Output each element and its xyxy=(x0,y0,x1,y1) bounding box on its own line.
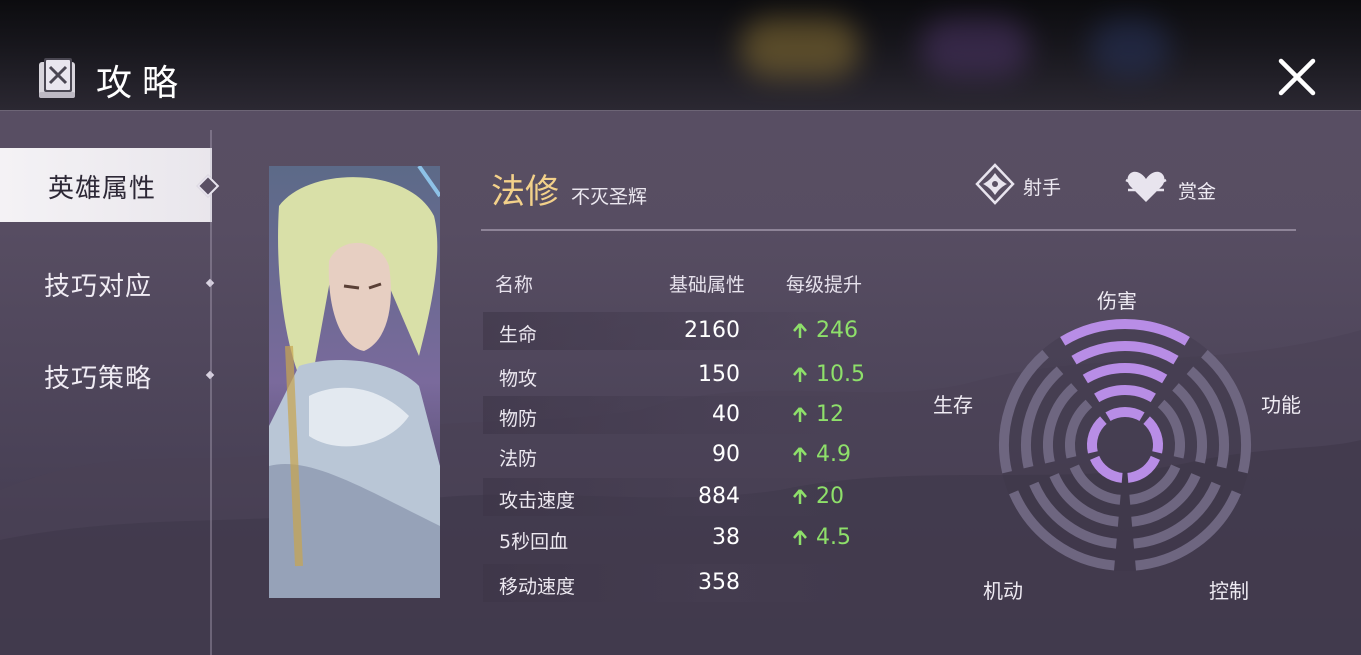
stat-name: 法防 xyxy=(499,448,538,470)
top-bar: 攻略 xyxy=(0,0,1361,111)
stat-base-value: 2160 xyxy=(684,318,740,343)
stat-row: 移动速度 358 xyxy=(483,564,863,602)
stat-growth-value: 10.5 xyxy=(816,362,865,387)
role-label: 赏金 xyxy=(1178,181,1217,203)
stat-row: 生命 2160 246 xyxy=(483,312,863,350)
background-glow xyxy=(920,18,1030,78)
radar-label-utility: 功能 xyxy=(1261,393,1301,417)
radar-label-damage: 伤害 xyxy=(1097,289,1137,313)
stat-name: 5秒回血 xyxy=(499,531,569,553)
arrow-up-icon xyxy=(793,323,807,338)
stat-row: 攻击速度 884 20 xyxy=(483,478,863,516)
sidebar-item-label: 英雄属性 xyxy=(48,174,157,204)
stat-row: 法防 90 4.9 xyxy=(483,436,863,474)
hero-portrait[interactable] xyxy=(269,166,440,598)
marksman-role-icon xyxy=(975,163,1015,205)
header-divider xyxy=(481,229,1296,231)
sidebar-item-hero-attributes[interactable]: 英雄属性 xyxy=(0,148,212,222)
sidebar-item-skill-strategy[interactable]: 技巧策略 xyxy=(0,338,212,412)
hero-name: 法修 xyxy=(491,172,559,212)
stat-name: 移动速度 xyxy=(499,576,576,598)
stat-base-value: 90 xyxy=(712,442,740,467)
arrow-up-icon xyxy=(793,367,807,382)
hero-title: 不灭圣辉 xyxy=(571,186,648,208)
bounty-heart-icon xyxy=(1125,171,1167,202)
arrow-up-icon xyxy=(793,489,807,504)
stat-growth-value: 20 xyxy=(816,484,844,509)
stat-growth-value: 12 xyxy=(816,402,844,427)
radar-label-mobility: 机动 xyxy=(983,579,1023,603)
stat-row: 物防 40 12 xyxy=(483,396,863,434)
radar-label-survival: 生存 xyxy=(933,393,973,417)
stat-base-value: 40 xyxy=(712,402,740,427)
stat-row: 物攻 150 10.5 xyxy=(483,356,865,394)
stat-base-value: 150 xyxy=(698,362,740,387)
stat-growth-value: 246 xyxy=(816,318,858,343)
stat-base-value: 884 xyxy=(698,484,740,509)
column-header-name: 名称 xyxy=(495,274,534,296)
sidebar-item-label: 技巧策略 xyxy=(44,364,153,394)
page-title: 攻略 xyxy=(96,63,189,104)
sidebar-item-label: 技巧对应 xyxy=(44,272,153,302)
column-header-base: 基础属性 xyxy=(669,274,746,296)
radar-ring-damage xyxy=(1105,407,1145,422)
arrow-up-icon xyxy=(793,407,807,422)
stat-base-value: 38 xyxy=(712,525,740,550)
stat-growth-value: 4.5 xyxy=(816,525,851,550)
role-label: 射手 xyxy=(1023,177,1062,199)
background-glow xyxy=(1090,18,1170,78)
sidebar-divider xyxy=(210,130,212,655)
stat-name: 物防 xyxy=(499,408,538,430)
hero-ability-radar xyxy=(999,319,1251,571)
stat-name: 攻击速度 xyxy=(499,490,576,512)
stat-row: 5秒回血 38 4.5 xyxy=(483,519,863,557)
stat-growth-value: 4.9 xyxy=(816,442,851,467)
sidebar-item-skill-counters[interactable]: 技巧对应 xyxy=(0,246,212,320)
arrow-up-icon xyxy=(793,530,807,545)
column-header-growth: 每级提升 xyxy=(786,274,863,296)
close-icon[interactable] xyxy=(1276,56,1318,98)
strategy-book-icon xyxy=(39,58,75,98)
stat-name: 物攻 xyxy=(499,368,538,390)
background-glow xyxy=(740,18,860,78)
stat-name: 生命 xyxy=(499,324,538,346)
sidebar-nav: 英雄属性 技巧对应 技巧策略 xyxy=(0,130,215,655)
arrow-up-icon xyxy=(793,447,807,462)
stat-base-value: 358 xyxy=(698,570,740,595)
radar-label-control: 控制 xyxy=(1209,579,1249,603)
